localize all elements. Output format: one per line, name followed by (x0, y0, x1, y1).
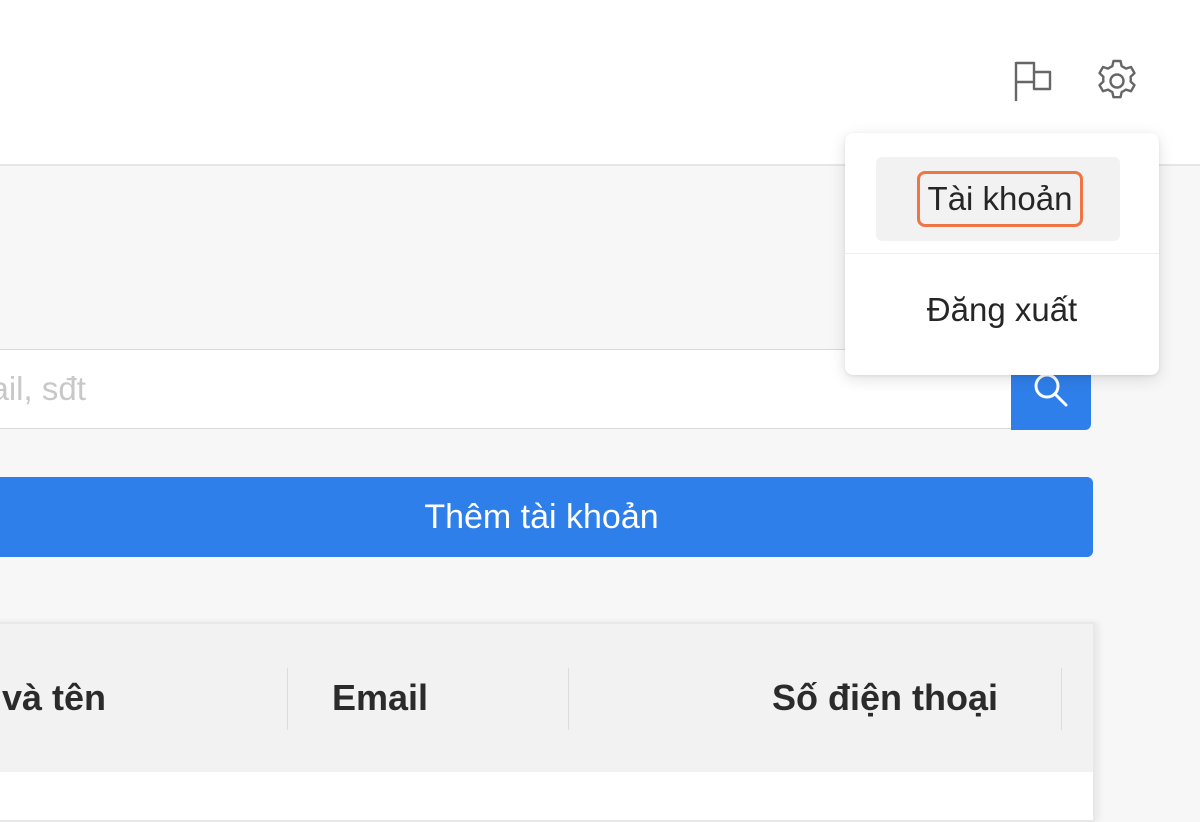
column-divider[interactable] (568, 668, 569, 730)
add-account-button[interactable]: Thêm tài khoản (0, 477, 1093, 557)
menu-divider (845, 253, 1159, 254)
column-header-name[interactable]: và tên (2, 674, 106, 722)
menu-item-account[interactable]: Tài khoản (845, 145, 1159, 255)
add-account-label: Thêm tài khoản (424, 497, 659, 536)
search-icon (1034, 373, 1068, 406)
menu-item-logout[interactable]: Đăng xuất (845, 255, 1159, 365)
menu-item-logout-label: Đăng xuất (926, 291, 1078, 328)
table-header: và tên Email Số điện thoại (0, 624, 1093, 772)
accounts-table: và tên Email Số điện thoại (0, 622, 1095, 822)
column-header-phone[interactable]: Số điện thoại (772, 674, 998, 722)
column-header-email[interactable]: Email (332, 674, 428, 722)
column-divider[interactable] (287, 668, 288, 730)
flag-icon[interactable] (1008, 56, 1058, 106)
settings-dropdown-menu: Tài khoản Đăng xuất (845, 133, 1159, 375)
menu-item-account-label: Tài khoản (916, 171, 1084, 227)
column-divider[interactable] (1061, 668, 1062, 730)
gear-icon[interactable] (1092, 56, 1142, 106)
